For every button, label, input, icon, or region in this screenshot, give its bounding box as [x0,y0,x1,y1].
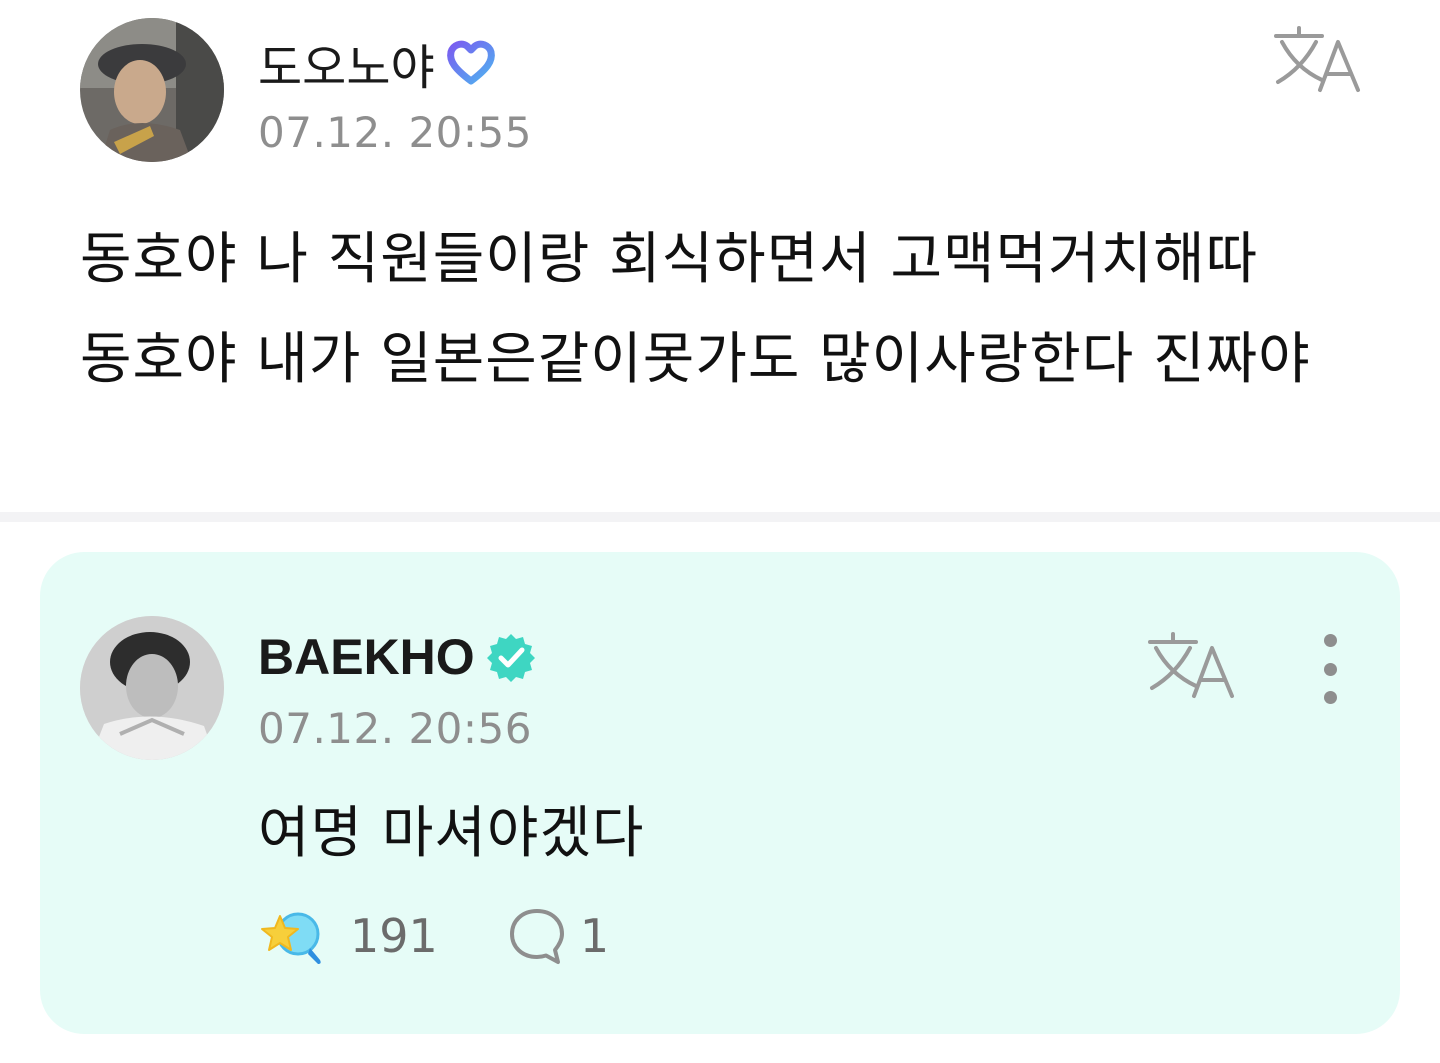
more-vertical-icon-dot [1323,634,1337,647]
comment-button[interactable]: 1 [506,905,609,967]
avatar-photo [80,18,224,162]
more-vertical-icon-dot [1323,662,1337,676]
post-author-avatar[interactable] [80,18,224,162]
translate-button[interactable] [1146,630,1238,702]
like-count: 191 [350,909,438,963]
post-timestamp: 07.12. 20:55 [258,108,532,157]
heart-membership-icon [446,40,495,85]
more-options-button[interactable] [1310,634,1350,704]
reply-author-name-text: BAEKHO [258,629,475,685]
reply-author-name[interactable]: BAEKHO [258,628,537,686]
reply-area: BAEKHO 07.12. 20:56 여명 마셔야겠다 191 1 [0,522,1440,1063]
star-lightstick-icon [261,912,321,964]
avatar-photo [80,616,224,760]
reply-timestamp: 07.12. 20:56 [258,704,532,753]
post-body-line: 동호야 나 직원들이랑 회식하면서 고맥먹거치해따 [80,227,1259,292]
post-author-name[interactable]: 도오노야 [258,28,497,98]
comment-count: 1 [579,909,610,963]
post-author-name-text: 도오노야 [258,40,435,96]
reactions-bar: 191 1 [258,904,609,968]
verified-check-icon [486,634,535,682]
reply-author-avatar[interactable] [80,616,224,760]
post-body: 동호야 나 직원들이랑 회식하면서 고맥먹거치해따 동호야 내가 일본은같이못가… [80,210,1400,410]
translate-icon [1148,632,1234,698]
section-divider [0,512,1440,522]
translate-button[interactable] [1272,24,1364,96]
post: 도오노야 07.12. 20:55 동호야 나 직원들이랑 회식하면서 고맥먹거… [0,0,1440,512]
reply-card: BAEKHO 07.12. 20:56 여명 마셔야겠다 191 1 [40,552,1400,1034]
comment-bubble-icon [509,909,564,964]
translate-icon [1274,26,1360,92]
like-button[interactable]: 191 [258,904,438,968]
reply-body: 여명 마셔야겠다 [258,801,645,866]
post-body-line: 동호야 내가 일본은같이못가도 많이사랑한다 진짜야 [80,327,1311,392]
more-vertical-icon-dot [1323,691,1337,704]
